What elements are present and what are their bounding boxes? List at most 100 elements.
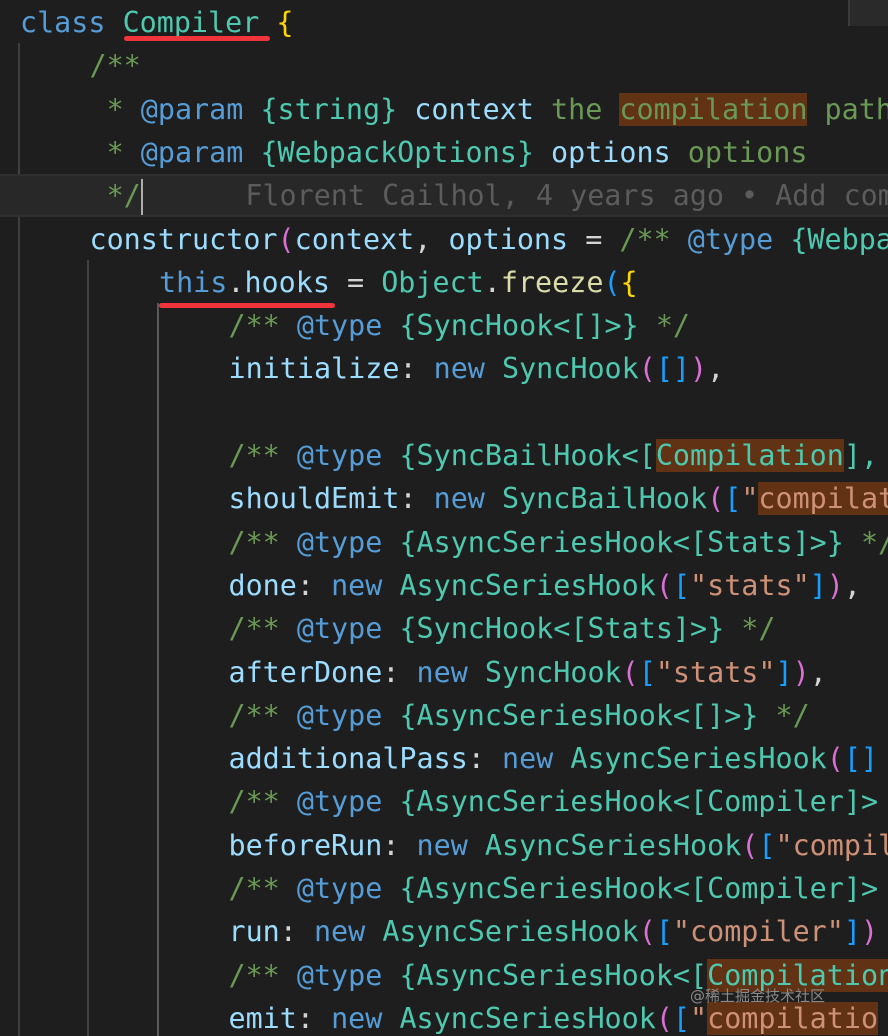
code-token: {string} xyxy=(260,92,415,126)
code-token: = xyxy=(568,222,620,256)
code-token: new xyxy=(416,655,485,689)
code-token: afterDone xyxy=(228,655,383,689)
code-line[interactable]: afterDone: new SyncHook(["stats"]), xyxy=(0,651,888,694)
code-line[interactable]: /** @type {SyncBailHook<[Compilation], xyxy=(0,434,888,477)
code-token: initialize xyxy=(228,352,400,386)
red-underline-annotation xyxy=(159,303,335,308)
code-token: @type xyxy=(296,612,400,646)
code-line[interactable]: /** @type {AsyncSeriesHook<[Compiler]> xyxy=(0,780,888,823)
code-token: new xyxy=(501,742,571,776)
code-token: . xyxy=(483,265,501,299)
code-token: options xyxy=(448,222,569,256)
code-token: "stats" xyxy=(655,655,776,689)
code-token: ( xyxy=(638,915,656,949)
code-line[interactable]: done: new AsyncSeriesHook(["stats"]), xyxy=(0,564,888,607)
code-token: SyncBailHook xyxy=(502,482,708,516)
code-token: : xyxy=(296,568,332,602)
code-token: ( xyxy=(826,742,844,776)
code-token: [ xyxy=(638,655,656,689)
code-token: ] xyxy=(843,915,861,949)
code-line[interactable]: */ Florent Cailhol, 4 years ago • Add co… xyxy=(0,174,888,218)
code-line[interactable]: /** @type {AsyncSeriesHook<[Stats]>} */ xyxy=(0,521,888,564)
code-line[interactable]: * @param {string} context the compilatio… xyxy=(0,88,888,131)
code-token: ] xyxy=(809,568,827,602)
code-token: */ xyxy=(89,179,141,213)
code-token: {AsyncSeriesHook<[Compiler]> xyxy=(399,872,879,905)
code-line[interactable]: run: new AsyncSeriesHook(["compiler"]) xyxy=(0,910,888,953)
code-line[interactable]: /** @type {AsyncSeriesHook<[]>} */ xyxy=(0,694,888,737)
code-token: /** xyxy=(228,785,297,819)
code-token: */ xyxy=(775,698,810,732)
code-token: {AsyncSeriesHook<[Compiler]> xyxy=(399,785,879,819)
code-token: beforeRun xyxy=(228,828,383,862)
code-line[interactable]: initialize: new SyncHook([]), xyxy=(0,347,888,390)
code-token: ) xyxy=(792,655,810,689)
code-token: additionalPass xyxy=(228,742,468,776)
code-token: "compil xyxy=(775,828,888,862)
code-line[interactable]: shouldEmit: new SyncBailHook(["compilat xyxy=(0,477,888,520)
code-token: /** xyxy=(228,698,297,732)
code-line[interactable]: constructor(context, options = /** @type… xyxy=(0,218,888,261)
code-token: /** xyxy=(228,525,297,559)
code-token: run xyxy=(228,915,280,949)
code-token: @type xyxy=(296,785,400,819)
code-token: */ xyxy=(655,309,691,343)
watermark: @稀土掘金技术社区 xyxy=(690,987,826,1005)
scrollbar-thumb[interactable] xyxy=(848,0,888,26)
code-token: ( xyxy=(741,828,759,862)
code-token: /** xyxy=(228,612,297,646)
code-token: SyncHook xyxy=(484,655,622,689)
code-token: new xyxy=(331,1001,400,1035)
code-token: /** xyxy=(228,439,297,472)
code-token: , xyxy=(809,655,827,689)
code-token: */ xyxy=(860,525,888,559)
code-token: Object xyxy=(381,265,484,299)
code-token: compilatio xyxy=(707,1001,879,1035)
code-token: freeze xyxy=(500,265,604,299)
code-line[interactable]: * @param {WebpackOptions} options option… xyxy=(0,131,888,174)
code-token: this xyxy=(159,265,228,299)
code-token: [] xyxy=(843,742,879,776)
code-token: ( xyxy=(277,222,295,256)
code-token: "stats" xyxy=(690,568,810,602)
code-token: ( xyxy=(655,568,673,602)
code-token: = xyxy=(329,265,382,299)
code-token: emit xyxy=(228,1001,297,1035)
code-token: ( xyxy=(603,265,621,299)
code-token: : xyxy=(399,482,434,516)
code-token: @type xyxy=(296,872,400,905)
code-token: ) xyxy=(860,915,879,949)
code-line[interactable]: /** @type {SyncHook<[]>} */ xyxy=(0,304,888,347)
code-token: [ xyxy=(672,568,691,602)
code-line[interactable]: /** @type {SyncHook<[Stats]>} */ xyxy=(0,607,888,650)
code-token: AsyncSeriesHook xyxy=(382,915,639,949)
code-token: [ xyxy=(672,1001,691,1035)
code-token: constructor xyxy=(89,222,278,256)
code-line[interactable]: /** xyxy=(0,44,888,87)
code-token: /** xyxy=(228,309,297,343)
code-token: ] xyxy=(775,655,793,689)
code-line[interactable]: additionalPass: new AsyncSeriesHook([] xyxy=(0,737,888,780)
code-line[interactable]: /** @type {AsyncSeriesHook<[Compiler]> xyxy=(0,867,888,910)
code-editor[interactable]: class Compiler {/** * @param {string} co… xyxy=(0,0,888,1036)
code-line[interactable] xyxy=(0,391,888,434)
code-token: AsyncSeriesHook xyxy=(399,568,656,602)
code-token: */ xyxy=(741,612,776,646)
code-token: {WebpackOptions} xyxy=(260,135,552,169)
code-line[interactable]: beforeRun: new AsyncSeriesHook(["compil xyxy=(0,824,888,867)
code-token: @type xyxy=(296,525,400,559)
code-token: ( xyxy=(621,655,639,689)
code-token: " xyxy=(690,1001,708,1035)
code-token: "compiler" xyxy=(672,915,844,949)
code-token: : xyxy=(279,915,314,949)
code-token: compilat xyxy=(758,482,888,516)
code-token: new xyxy=(433,482,502,516)
code-token: Compilation xyxy=(655,439,844,472)
code-token: . xyxy=(227,265,245,299)
code-token: , xyxy=(843,568,861,602)
code-token: @type xyxy=(296,309,400,343)
code-line[interactable]: this.hooks = Object.freeze({ xyxy=(0,261,888,304)
code-token: context xyxy=(294,222,415,256)
code-token: * xyxy=(89,135,141,169)
code-token: : xyxy=(382,828,417,862)
